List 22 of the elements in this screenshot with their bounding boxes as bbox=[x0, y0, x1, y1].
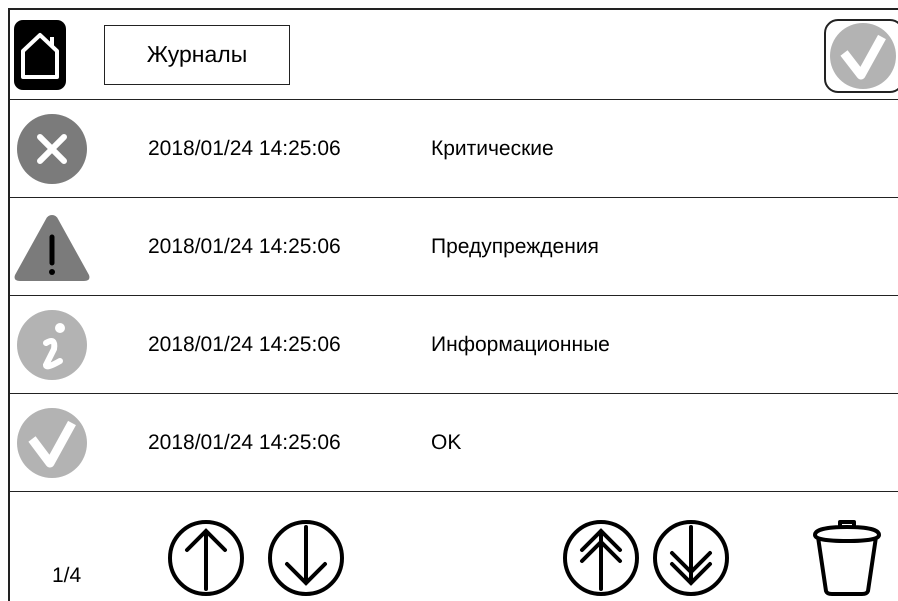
log-timestamp: 2018/01/24 14:25:06 bbox=[148, 136, 342, 162]
checkmark-icon bbox=[16, 406, 88, 478]
confirm-button[interactable] bbox=[824, 19, 898, 93]
scroll-up-button[interactable] bbox=[167, 519, 245, 597]
log-category: Критические bbox=[431, 136, 554, 162]
checkmark-icon bbox=[830, 23, 896, 89]
log-timestamp: 2018/01/24 14:25:06 bbox=[148, 234, 342, 260]
home-button[interactable] bbox=[14, 20, 66, 90]
info-icon bbox=[16, 308, 88, 380]
log-category: Предупреждения bbox=[431, 234, 599, 260]
home-icon bbox=[20, 30, 60, 78]
page-indicator: 1/4 bbox=[52, 563, 82, 589]
trash-icon[interactable] bbox=[810, 519, 884, 597]
log-category: Информационные bbox=[431, 332, 610, 358]
page-down-button[interactable] bbox=[652, 519, 730, 597]
log-timestamp: 2018/01/24 14:25:06 bbox=[148, 332, 342, 358]
page-title: Журналы bbox=[104, 24, 290, 84]
log-timestamp: 2018/01/24 14:25:06 bbox=[148, 430, 342, 456]
log-category: OK bbox=[431, 430, 462, 456]
page-up-button[interactable] bbox=[562, 519, 640, 597]
scroll-down-button[interactable] bbox=[267, 519, 345, 597]
error-icon bbox=[16, 112, 88, 184]
